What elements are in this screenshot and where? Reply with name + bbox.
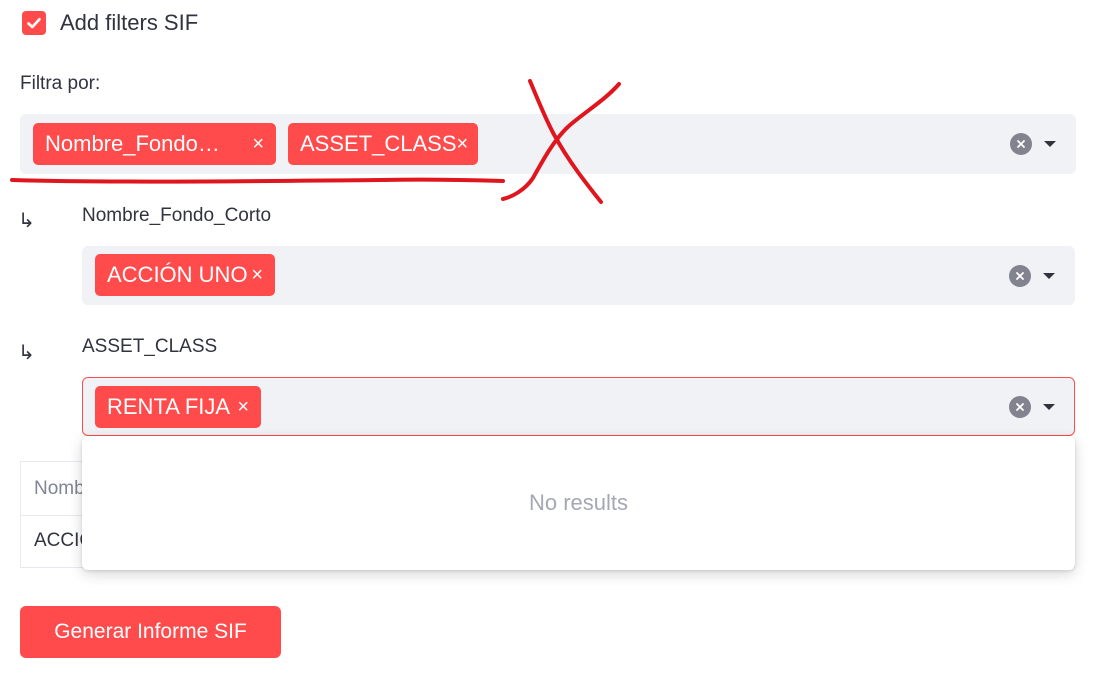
checkbox-checked-icon[interactable] xyxy=(22,11,46,35)
asset-class-multiselect[interactable]: RENTA FIJA × xyxy=(82,377,1075,436)
generate-report-button[interactable]: Generar Informe SIF xyxy=(20,606,281,658)
chevron-down-icon[interactable] xyxy=(1044,141,1056,147)
filter-by-multiselect[interactable]: Nombre_Fondo… × ASSET_CLASS × xyxy=(20,114,1076,174)
chevron-down-icon[interactable] xyxy=(1043,403,1055,410)
annotation-underline xyxy=(10,177,505,184)
checkbox-label: Add filters SIF xyxy=(60,10,199,35)
add-filters-checkbox[interactable]: Add filters SIF xyxy=(22,10,198,36)
clear-all-icon[interactable] xyxy=(1010,133,1032,155)
tag-remove-icon[interactable]: × xyxy=(251,265,263,285)
tag-asset-class: ASSET_CLASS × xyxy=(288,123,478,165)
sub-item-arrow-icon: ↳ xyxy=(18,210,35,232)
filter-by-label: Filtra por: xyxy=(20,73,101,94)
tag-label: ASSET_CLASS xyxy=(300,131,457,156)
sub-item-arrow-icon: ↳ xyxy=(18,342,35,364)
table-header-cell: Nomb xyxy=(34,478,85,499)
tag-remove-icon[interactable]: × xyxy=(457,134,469,154)
tag-label: ACCIÓN UNO xyxy=(107,262,248,287)
clear-all-icon[interactable] xyxy=(1009,264,1031,287)
tag-label: RENTA FIJA xyxy=(107,394,231,419)
tag-renta-fija: RENTA FIJA × xyxy=(95,386,261,428)
nombre-fondo-corto-multiselect[interactable]: ACCIÓN UNO × xyxy=(82,246,1075,305)
filter-label-asset-class: ASSET_CLASS xyxy=(82,336,218,357)
tag-nombre-fondo: Nombre_Fondo… × xyxy=(33,123,276,165)
no-results-text: No results xyxy=(528,490,629,515)
clear-all-icon[interactable] xyxy=(1009,395,1031,418)
filter-label-nombre-fondo-corto: Nombre_Fondo_Corto xyxy=(82,205,272,226)
dropdown-menu: No results xyxy=(82,436,1075,570)
tag-remove-icon[interactable]: × xyxy=(237,397,249,417)
chevron-down-icon[interactable] xyxy=(1043,272,1055,279)
tag-accion-uno: ACCIÓN UNO × xyxy=(95,254,275,296)
tag-remove-icon[interactable]: × xyxy=(252,134,264,154)
tag-label: Nombre_Fondo… xyxy=(45,131,220,156)
